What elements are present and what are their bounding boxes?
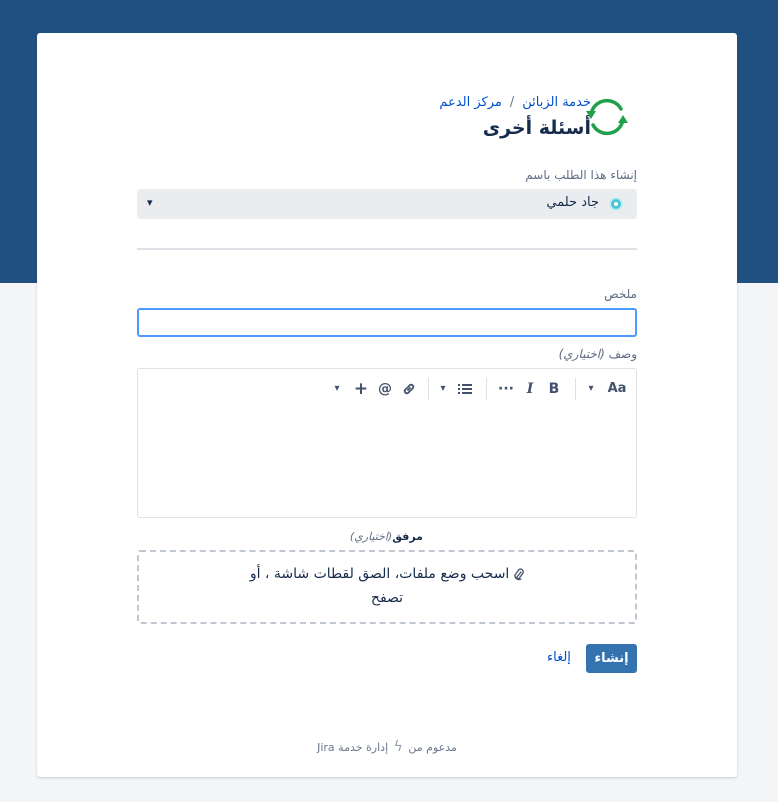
attachment-label-text: مرفق — [392, 530, 423, 543]
toolbar-separator — [486, 378, 487, 400]
page-title: أسئلة أخرى — [482, 117, 591, 139]
description-label: وصف (اختياري) — [559, 347, 637, 361]
attachment-optional: (اختياري) — [349, 530, 393, 543]
cancel-link[interactable]: إلغاء — [547, 650, 571, 665]
create-button[interactable]: إنشاء — [586, 644, 637, 673]
mention-icon[interactable]: @ — [376, 378, 394, 400]
breadcrumb-help-center[interactable]: مركز الدعم — [439, 95, 501, 110]
product-name[interactable]: إدارة خدمة Jira — [317, 741, 388, 754]
link-icon[interactable] — [400, 378, 418, 400]
description-label-text: وصف — [608, 347, 637, 361]
bolt-icon: ϟ — [393, 739, 403, 755]
attachment-label: مرفق(اختياري) — [350, 530, 423, 543]
powered-by-footer: مدعوم من ϟ إدارة خدمة Jira — [37, 739, 737, 755]
toolbar-separator — [428, 378, 429, 400]
toolbar-separator — [575, 378, 576, 400]
plus-icon[interactable]: + — [352, 378, 370, 400]
more-icon[interactable]: ··· — [496, 378, 516, 400]
refresh-logo-icon — [586, 98, 628, 136]
description-editor[interactable]: Aa ▾ B I ··· ▾ @ + ▾ — [137, 368, 637, 518]
powered-by-text: مدعوم من — [408, 741, 457, 754]
summary-input[interactable] — [137, 308, 637, 337]
text-style-button[interactable]: Aa — [606, 378, 628, 400]
bold-icon[interactable]: B — [546, 378, 562, 400]
chevron-down-icon[interactable]: ▾ — [330, 378, 344, 400]
avatar-icon — [609, 197, 623, 211]
raise-on-behalf-label: إنشاء هذا الطلب باسم — [525, 168, 637, 182]
browse-link[interactable]: تصفح — [139, 590, 635, 606]
bullet-list-icon[interactable] — [456, 378, 474, 400]
chevron-down-icon[interactable]: ▾ — [436, 378, 450, 400]
italic-icon[interactable]: I — [522, 378, 538, 400]
attachment-dropzone[interactable]: اسحب وضع ملفات، الصق لقطات شاشة ، أو تصف… — [137, 550, 637, 624]
breadcrumb: خدمة الزبائن / مركز الدعم — [439, 95, 591, 110]
drop-text: اسحب وضع ملفات، الصق لقطات شاشة ، أو — [249, 566, 510, 582]
editor-toolbar: Aa ▾ B I ··· ▾ @ + ▾ — [138, 369, 636, 409]
breadcrumb-separator: / — [509, 95, 515, 110]
description-optional: (اختياري) — [558, 347, 605, 361]
divider — [137, 248, 637, 250]
selected-user: جاد حلمي — [546, 195, 599, 210]
description-text-area[interactable] — [138, 409, 636, 517]
chevron-down-icon: ▾ — [147, 196, 153, 209]
raise-on-behalf-select[interactable]: جاد حلمي ▾ — [137, 189, 637, 219]
summary-label: ملخص — [604, 287, 637, 301]
dropzone-instructions: اسحب وضع ملفات، الصق لقطات شاشة ، أو — [139, 566, 635, 582]
request-form-card: خدمة الزبائن / مركز الدعم أسئلة أخرى إنشاء… — [37, 33, 737, 777]
paperclip-icon — [509, 567, 525, 581]
breadcrumb-service-desk[interactable]: خدمة الزبائن — [522, 95, 591, 110]
chevron-down-icon[interactable]: ▾ — [584, 378, 598, 400]
